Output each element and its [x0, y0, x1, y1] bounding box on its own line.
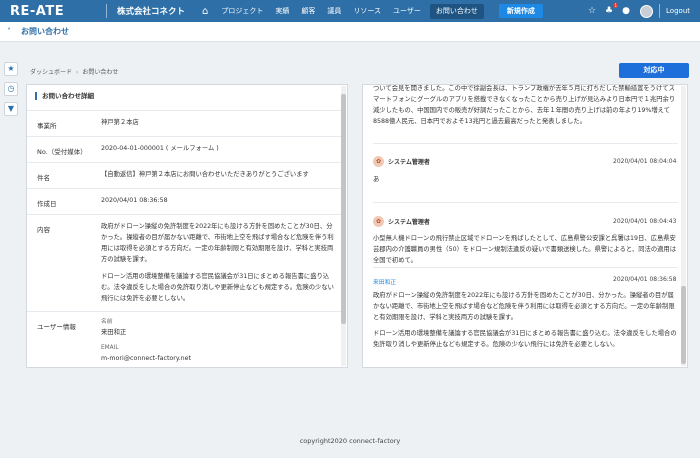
- message-divider: [373, 202, 678, 203]
- row-label: 事業所: [37, 122, 57, 130]
- content-paragraph: 政府がドローン操縦の免許制度を2022年にも設ける方針を固めたことが30日、分か…: [101, 223, 334, 263]
- row-value: 2020/04/01 08:36:58: [101, 197, 168, 204]
- detail-row-user: ユーザー情報 名前 来田和正 EMAIL m-mori@connect-fact…: [27, 311, 342, 367]
- scroll-thumb[interactable]: [341, 94, 346, 324]
- sender-name: システム管理者: [388, 159, 430, 166]
- row-value: 神戸第２本店: [101, 119, 139, 126]
- row-label: No.（受付媒体）: [37, 148, 87, 156]
- content-paragraph: ドローン活用の環境整備を議論する官民協議会が31日にまとめる報告書に盛り込む。法…: [101, 273, 334, 302]
- footer-copyright: copyright2020 connect-factory: [299, 437, 401, 445]
- detail-row-created: 作成日 2020/04/01 08:36:58: [27, 188, 342, 214]
- nav-resources[interactable]: リソース: [347, 0, 387, 22]
- star-icon[interactable]: ☆: [585, 6, 599, 16]
- history-clock-icon[interactable]: ◷: [4, 82, 18, 96]
- app-logo[interactable]: RE-ATE: [0, 4, 106, 19]
- message-text: ついて会見を開きました。この中で徐副会長は、トランプ政権が去年５月に打ちだした禁…: [373, 85, 676, 125]
- user-icon[interactable]: ●: [619, 6, 633, 16]
- breadcrumb-current: お問い合わせ: [82, 69, 119, 76]
- detail-row-number: No.（受付媒体） 2020-04-01-000001 ( メールフォーム ): [27, 136, 342, 162]
- message-text: 小型無人機ドローンの飛行禁止区域でドローンを飛ばしたとして、広島県警公安課と呉署…: [373, 235, 677, 264]
- new-create-button[interactable]: 新規作成: [498, 4, 543, 18]
- detail-row-subject: 件名 【自動返信】神戸第２本店にお問い合わせいただきありがとうございます: [27, 162, 342, 188]
- breadcrumb: ダッシュボード › お問い合わせ: [30, 67, 118, 76]
- left-scrollbar[interactable]: [341, 86, 346, 366]
- message-text: あ: [373, 176, 380, 183]
- row-label: 作成日: [37, 200, 57, 208]
- message-thread-panel: ついて会見を開きました。この中で徐副会長は、トランプ政権が去年５月に打ちだした禁…: [362, 84, 688, 368]
- inquiry-detail-panel: お問い合わせ詳細 事業所 神戸第２本店 No.（受付媒体） 2020-04-01…: [26, 84, 348, 368]
- page-title-bar: ˄ お問い合わせ: [0, 22, 700, 42]
- user-name: 来田和正: [101, 329, 127, 336]
- message-time: 2020/04/01 08:36:58: [613, 276, 677, 283]
- nav-projects[interactable]: プロジェクト: [215, 0, 269, 22]
- detail-row-content: 内容 政府がドローン操縦の免許制度を2022年にも設ける方針を固めたことが30日…: [27, 214, 342, 311]
- avatar[interactable]: [640, 4, 654, 18]
- filter-icon[interactable]: ▼: [4, 102, 18, 116]
- user-info: 名前 来田和正 EMAIL m-mori@connect-factory.net: [101, 317, 337, 364]
- reply-paragraph: ドローン活用の環境整備を議論する官民協議会が31日にまとめる報告書に盛り込む。法…: [373, 330, 677, 348]
- message-divider: [373, 143, 678, 144]
- page-title: お問い合わせ: [21, 27, 69, 36]
- top-navbar: RE-ATE 株式会社コネクト ⌂ プロジェクト 実績 顧客 議員 リソース ユ…: [0, 0, 700, 22]
- home-icon[interactable]: ⌂: [195, 6, 215, 17]
- content-text: 政府がドローン操縦の免許制度を2022年にも設ける方針を固めたことが30日、分か…: [101, 221, 337, 304]
- logout-link[interactable]: Logout: [660, 7, 700, 15]
- message-text: 政府がドローン操縦の免許制度を2022年にも設ける方針を固めたことが30日、分か…: [373, 290, 678, 350]
- row-label: ユーザー情報: [37, 323, 76, 331]
- message-divider: [373, 267, 678, 268]
- chevrons-up-icon[interactable]: ˄: [0, 27, 21, 36]
- sender-name: システム管理者: [388, 219, 430, 226]
- status-action-button[interactable]: 対応中: [619, 63, 689, 78]
- nav-councillors[interactable]: 議員: [321, 0, 347, 22]
- row-value: 2020-04-01-000001 ( メールフォーム ): [101, 145, 219, 152]
- nav-inquiries[interactable]: お問い合わせ: [429, 3, 484, 19]
- reply-sender-name[interactable]: 来田和正: [373, 277, 396, 286]
- section-title: お問い合わせ詳細: [35, 92, 94, 100]
- bell-icon[interactable]: ♣ 1: [602, 3, 619, 16]
- row-label: 件名: [37, 174, 50, 182]
- row-value: 【自動返信】神戸第２本店にお問い合わせいただきありがとうございます: [101, 171, 309, 178]
- right-scrollbar[interactable]: [681, 86, 686, 366]
- name-label: 名前: [101, 319, 113, 325]
- row-label: 内容: [37, 226, 50, 234]
- email-label: EMAIL: [101, 345, 119, 351]
- header-tools: ☆ ♣ 1 ● Logout: [585, 0, 700, 22]
- nav-customers[interactable]: 顧客: [295, 0, 321, 22]
- admin-avatar-icon: ✿: [373, 156, 384, 167]
- message-sender: ✿ システム管理者: [373, 216, 430, 227]
- notification-badge: 1: [613, 3, 619, 8]
- message-time: 2020/04/01 08:04:43: [613, 218, 677, 225]
- nav-users[interactable]: ユーザー: [387, 0, 427, 22]
- admin-avatar-icon: ✿: [373, 216, 384, 227]
- breadcrumb-separator: ›: [76, 69, 79, 76]
- reply-paragraph: 政府がドローン操縦の免許制度を2022年にも設ける方針を固めたことが30日、分か…: [373, 292, 675, 321]
- breadcrumb-dashboard[interactable]: ダッシュボード: [30, 69, 72, 76]
- left-toolbar: ★ ◷ ▼: [4, 62, 18, 122]
- nav-results[interactable]: 実績: [269, 0, 295, 22]
- message-time: 2020/04/01 08:04:04: [613, 158, 677, 165]
- message-sender: ✿ システム管理者: [373, 156, 430, 167]
- user-email[interactable]: m-mori@connect-factory.net: [101, 353, 337, 364]
- company-name: 株式会社コネクト: [117, 7, 186, 17]
- detail-row-office: 事業所 神戸第２本店: [27, 110, 342, 136]
- scroll-thumb[interactable]: [681, 286, 686, 364]
- favorite-star-icon[interactable]: ★: [4, 62, 18, 76]
